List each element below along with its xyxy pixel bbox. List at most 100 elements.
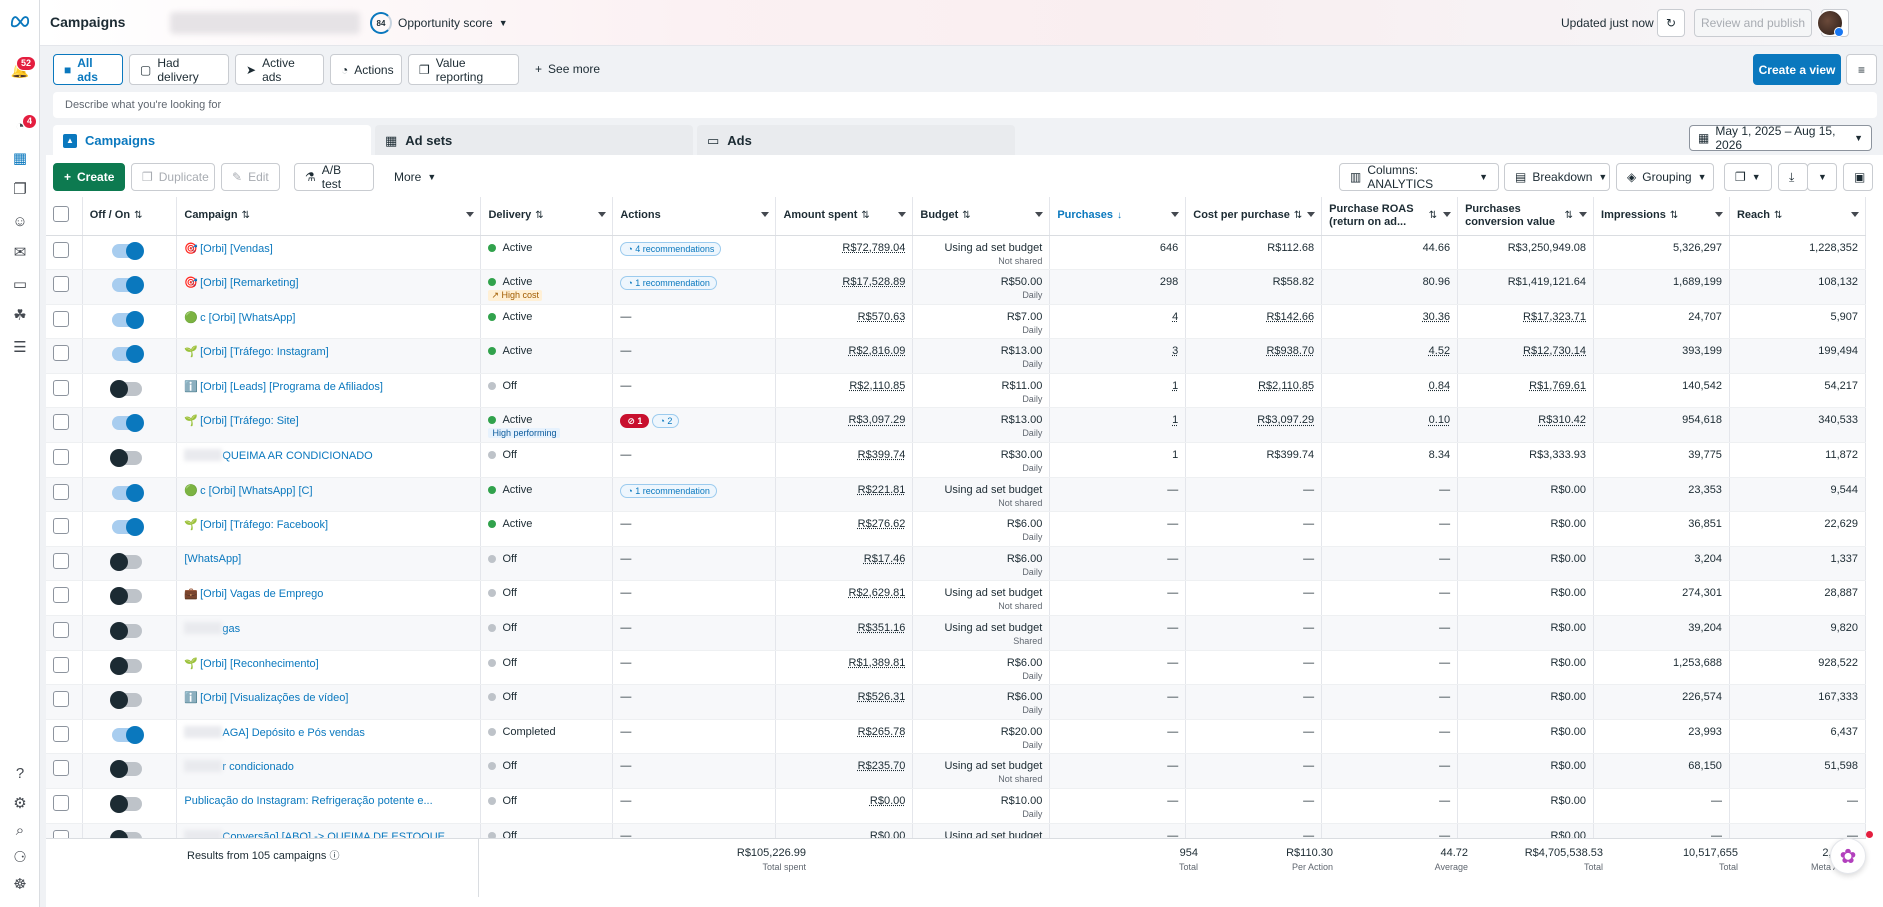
campaign-name-link[interactable]: [Orbi] [Tráfego: Facebook] (200, 519, 328, 531)
row-checkbox[interactable] (53, 310, 69, 327)
opportunity-score[interactable]: 84 Opportunity score ▼ (370, 12, 508, 34)
billing-icon[interactable]: ▭ (10, 274, 30, 294)
menu-icon[interactable]: ☰ (10, 337, 30, 357)
row-checkbox[interactable] (53, 518, 69, 535)
bug-icon[interactable]: ☸ (10, 874, 30, 894)
recommendation-chip[interactable]: ◔ 4 recommendations (620, 241, 722, 256)
campaign-name-link[interactable]: [Orbi] [Leads] [Programa de Afiliados] (200, 381, 383, 393)
column-menu-icon[interactable] (898, 212, 907, 217)
column-menu-icon[interactable] (1035, 212, 1044, 217)
row-checkbox[interactable] (53, 725, 69, 742)
campaign-toggle[interactable] (109, 379, 142, 398)
table-row[interactable]: 🎯 [Orbi] [Remarketing] Active ↗ High cost ◔ … (46, 269, 1867, 305)
ab-test-button[interactable]: ⚗ A/B test (294, 163, 374, 191)
column-menu-icon[interactable] (598, 212, 607, 217)
issue-chip[interactable]: ⊘ 1 (620, 414, 650, 429)
header-toggle[interactable]: Off / On ⇅ (82, 197, 178, 236)
create-button[interactable]: + Create (53, 163, 125, 191)
breakdown-button[interactable]: ▤ Breakdown ▼ (1504, 163, 1610, 191)
campaign-toggle[interactable] (109, 622, 142, 641)
row-checkbox[interactable] (53, 345, 69, 362)
recommendation-chip[interactable]: ◔ 2 (652, 414, 680, 429)
column-menu-icon[interactable] (1579, 212, 1588, 217)
megaphone-icon[interactable]: ✉ (10, 242, 30, 262)
row-checkbox[interactable] (53, 241, 69, 258)
view-had-delivery[interactable]: ▢ Had delivery (129, 54, 229, 85)
column-menu-icon[interactable] (466, 212, 475, 217)
table-row[interactable]: 🌱 [Orbi] [Tráfego: Facebook] Active — R$276.… (46, 511, 1867, 547)
row-checkbox[interactable] (53, 414, 69, 431)
table-row[interactable]: gas Off — R$351.16 Using ad set budget Shared… (46, 615, 1867, 651)
campaign-name-link[interactable]: c [Orbi] [WhatsApp] (200, 312, 295, 324)
more-button[interactable]: More ▼ (384, 163, 444, 191)
network-icon[interactable]: ☘ (10, 305, 30, 325)
header-conversion-value[interactable]: Purchases conversion value ⇅ (1457, 197, 1595, 236)
campaign-name-link[interactable]: [Orbi] [Tráfego: Instagram] (200, 346, 329, 358)
table-row[interactable]: 🟢 c [Orbi] [WhatsApp] Active — R$570.63 R$7.0… (46, 304, 1867, 340)
campaign-toggle[interactable] (111, 414, 144, 433)
header-amount-spent[interactable]: Amount spent ⇅ (775, 197, 914, 236)
review-publish-button[interactable]: Review and publish (1694, 9, 1812, 37)
campaign-name-link[interactable]: r condicionado (222, 761, 294, 773)
table-row[interactable]: 💼 [Orbi] Vagas de Emprego Off — R$2,629.81 Us… (46, 580, 1867, 617)
pages-icon[interactable]: ❐ (10, 179, 30, 199)
table-row[interactable]: 🌱 [Orbi] [Tráfego: Instagram] Active — R$2,8… (46, 338, 1867, 374)
duplicate-button[interactable]: ❐ Duplicate (131, 163, 215, 191)
view-active-ads[interactable]: ➤ Active ads (235, 54, 324, 85)
date-range-picker[interactable]: ▦ May 1, 2025 – Aug 15, 2026 ▼ (1689, 124, 1872, 152)
edit-button[interactable]: ✎ Edit (221, 163, 280, 191)
recommendation-chip[interactable]: ◔ 1 recommendation (620, 276, 717, 291)
chart-toggle-button[interactable]: ▣ (1843, 163, 1873, 191)
column-menu-icon[interactable] (1714, 212, 1723, 217)
header-cost-per-purchase[interactable]: Cost per purchase ⇅ (1185, 197, 1323, 236)
campaign-toggle[interactable] (109, 587, 142, 606)
campaign-name-link[interactable]: Publicação do Instagram: Refrigeração po… (184, 795, 432, 807)
row-checkbox[interactable] (53, 795, 69, 811)
campaign-toggle[interactable] (111, 276, 144, 295)
table-row[interactable]: 🌱 [Orbi] [Reconhecimento] Off — R$1,389.81 R$… (46, 650, 1867, 686)
campaign-toggle[interactable] (111, 345, 144, 364)
grouping-button[interactable]: ◈ Grouping ▼ (1616, 163, 1714, 191)
table-row[interactable]: Publicação do Instagram: Refrigeração po… (46, 788, 1867, 824)
campaign-toggle[interactable] (109, 552, 142, 571)
account-selector-redacted[interactable] (170, 12, 360, 34)
info-icon[interactable]: ⓘ (329, 851, 339, 862)
row-checkbox[interactable] (53, 691, 69, 708)
campaign-toggle[interactable] (109, 449, 142, 468)
recommendation-chip[interactable]: ◔ 1 recommendation (620, 483, 717, 498)
export-button[interactable]: ⤓ (1778, 163, 1808, 191)
view-all-ads[interactable]: ■ All ads (53, 54, 123, 85)
columns-button[interactable]: ▥ Columns: ANALYTICS ▼ (1339, 163, 1499, 191)
row-checkbox[interactable] (53, 552, 69, 569)
campaign-name-link[interactable]: QUEIMA AR CONDICIONADO (222, 450, 372, 462)
tab-ads[interactable]: ▭ Ads (697, 125, 1015, 156)
column-menu-icon[interactable] (1851, 212, 1859, 217)
tab-campaigns[interactable]: ▲ Campaigns (53, 125, 371, 156)
header-reach[interactable]: Reach ⇅ (1729, 197, 1867, 236)
headset-icon[interactable]: ⚆ (10, 847, 30, 867)
campaign-toggle[interactable] (109, 795, 142, 813)
campaign-toggle[interactable] (111, 241, 144, 260)
campaign-name-link[interactable]: [Orbi] [Remarketing] (200, 277, 298, 289)
meta-logo-icon[interactable] (10, 11, 30, 31)
campaign-name-link[interactable]: [WhatsApp] (184, 553, 241, 565)
see-more-button[interactable]: + See more (535, 62, 600, 76)
campaign-name-link[interactable]: gas (222, 623, 240, 635)
table-row[interactable]: [WhatsApp] Off — R$17.46 R$6.00 Daily — — — R$0.0… (46, 546, 1867, 582)
header-campaign[interactable]: Campaign ⇅ (176, 197, 482, 236)
row-checkbox[interactable] (53, 622, 69, 639)
header-actions[interactable]: Actions (612, 197, 777, 236)
campaign-name-link[interactable]: [Orbi] [Reconhecimento] (200, 658, 319, 670)
row-checkbox[interactable] (53, 587, 69, 604)
campaign-toggle[interactable] (111, 518, 144, 537)
row-checkbox[interactable] (53, 760, 69, 777)
column-menu-icon[interactable] (1307, 212, 1316, 217)
tab-adsets[interactable]: ▦ Ad sets (375, 125, 693, 156)
view-settings-button[interactable]: ≡ (1846, 54, 1877, 85)
campaign-toggle[interactable] (111, 310, 144, 329)
view-value-reporting[interactable]: ❐ Value reporting (408, 54, 519, 85)
table-row[interactable]: 🌱 [Orbi] [Tráfego: Site] Active High perfor… (46, 407, 1867, 444)
create-view-button[interactable]: Create a view (1753, 54, 1841, 85)
refresh-button[interactable]: ↻ (1657, 9, 1685, 37)
view-actions[interactable]: ◔ Actions (330, 54, 402, 85)
